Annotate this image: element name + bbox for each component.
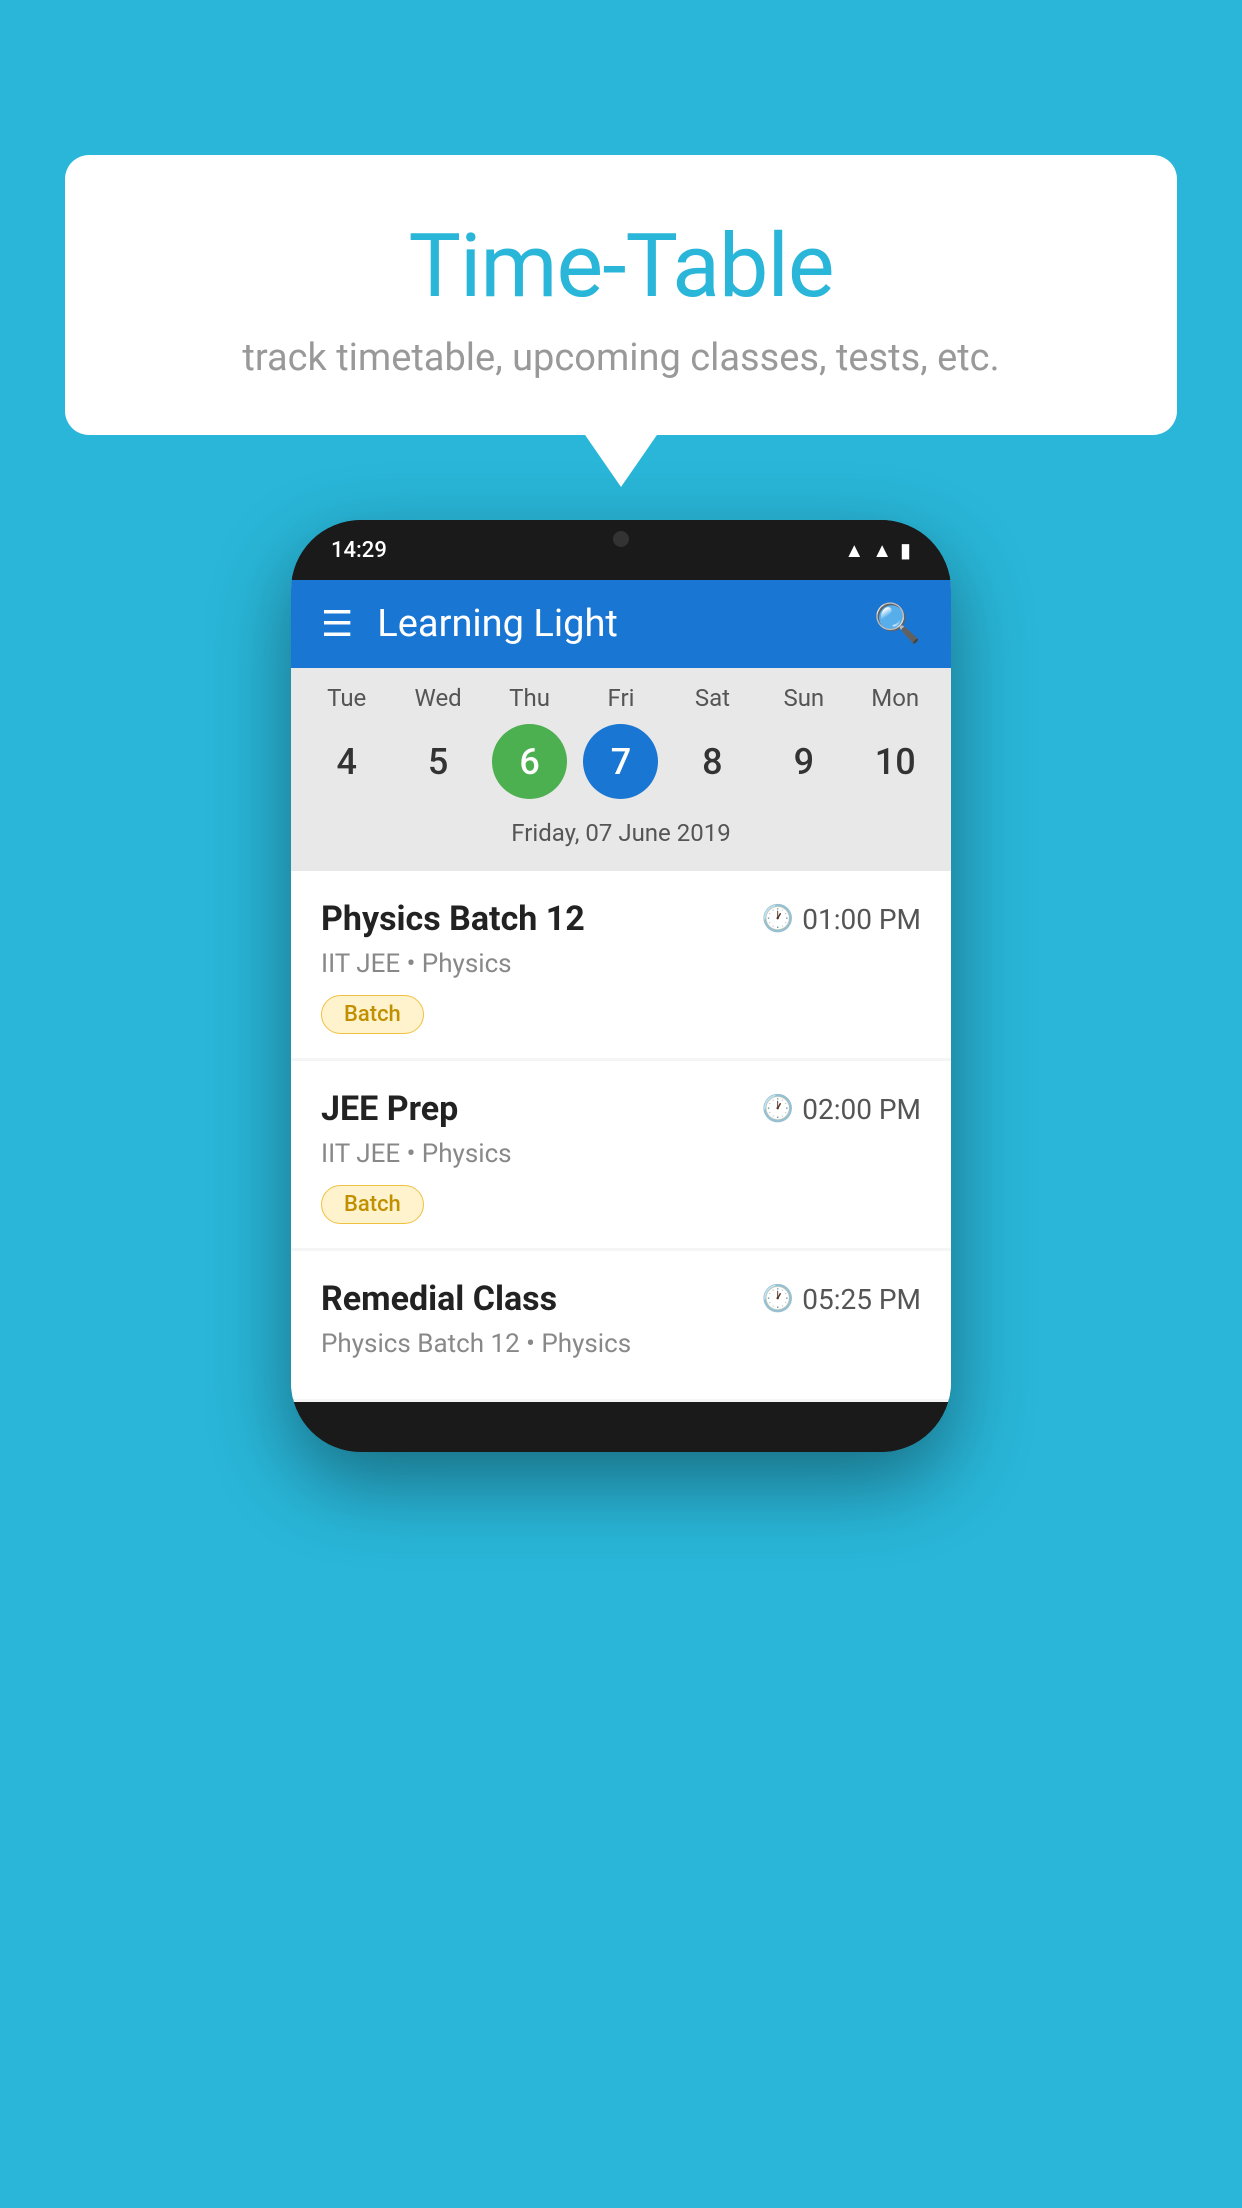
day-header-thu: Thu xyxy=(492,684,567,712)
clock-icon-3: 🕐 xyxy=(762,1284,794,1314)
phone-screen: ☰ Learning Light 🔍 Tue Wed Thu Fri Sat S… xyxy=(291,580,951,1402)
bubble-subtitle: track timetable, upcoming classes, tests… xyxy=(105,336,1137,380)
day-9[interactable]: 9 xyxy=(766,724,841,799)
item-3-header: Remedial Class 🕐 05:25 PM xyxy=(321,1279,921,1319)
speech-bubble: Time-Table track timetable, upcoming cla… xyxy=(65,155,1177,435)
phone-bottom-bezel xyxy=(291,1402,951,1452)
day-6-today[interactable]: 6 xyxy=(492,724,567,799)
day-header-tue: Tue xyxy=(309,684,384,712)
phone-container: 14:29 ▲ ▲ ▮ ☰ Learning Light 🔍 Tue xyxy=(291,520,951,1452)
day-7-selected[interactable]: 7 xyxy=(583,724,658,799)
clock-icon-1: 🕐 xyxy=(762,904,794,934)
selected-date: Friday, 07 June 2019 xyxy=(291,811,951,863)
menu-icon[interactable]: ☰ xyxy=(321,603,353,645)
day-header-sat: Sat xyxy=(675,684,750,712)
clock-icon-2: 🕐 xyxy=(762,1094,794,1124)
calendar-strip: Tue Wed Thu Fri Sat Sun Mon 4 5 6 7 8 9 … xyxy=(291,668,951,871)
notch xyxy=(571,520,671,558)
day-4[interactable]: 4 xyxy=(309,724,384,799)
item-3-title: Remedial Class xyxy=(321,1279,557,1319)
day-8[interactable]: 8 xyxy=(675,724,750,799)
item-3-time: 🕐 05:25 PM xyxy=(762,1283,921,1316)
search-icon[interactable]: 🔍 xyxy=(874,602,921,646)
day-header-sun: Sun xyxy=(766,684,841,712)
item-1-subtitle: IIT JEE • Physics xyxy=(321,949,921,979)
item-2-time: 🕐 02:00 PM xyxy=(762,1093,921,1126)
day-numbers: 4 5 6 7 8 9 10 xyxy=(291,724,951,799)
status-bar: 14:29 ▲ ▲ ▮ xyxy=(291,520,951,580)
day-5[interactable]: 5 xyxy=(401,724,476,799)
item-1-time: 🕐 01:00 PM xyxy=(762,903,921,936)
item-2-header: JEE Prep 🕐 02:00 PM xyxy=(321,1089,921,1129)
item-2-title: JEE Prep xyxy=(321,1089,458,1129)
status-icons: ▲ ▲ ▮ xyxy=(844,538,911,563)
schedule-item-1[interactable]: Physics Batch 12 🕐 01:00 PM IIT JEE • Ph… xyxy=(291,871,951,1058)
speech-bubble-container: Time-Table track timetable, upcoming cla… xyxy=(65,155,1177,435)
item-2-batch-tag: Batch xyxy=(321,1185,424,1224)
battery-icon: ▮ xyxy=(900,538,911,562)
item-1-header: Physics Batch 12 🕐 01:00 PM xyxy=(321,899,921,939)
day-header-mon: Mon xyxy=(858,684,933,712)
app-bar: ☰ Learning Light 🔍 xyxy=(291,580,951,668)
status-time: 14:29 xyxy=(331,538,387,563)
signal-icon: ▲ xyxy=(872,538,892,563)
day-header-wed: Wed xyxy=(401,684,476,712)
day-header-fri: Fri xyxy=(583,684,658,712)
schedule-item-3[interactable]: Remedial Class 🕐 05:25 PM Physics Batch … xyxy=(291,1251,951,1399)
phone-frame: 14:29 ▲ ▲ ▮ ☰ Learning Light 🔍 Tue xyxy=(291,520,951,1452)
bubble-title: Time-Table xyxy=(105,215,1137,318)
app-title: Learning Light xyxy=(377,602,873,646)
front-camera xyxy=(613,531,629,547)
wifi-icon: ▲ xyxy=(844,538,864,563)
schedule-item-2[interactable]: JEE Prep 🕐 02:00 PM IIT JEE • Physics Ba… xyxy=(291,1061,951,1248)
day-headers: Tue Wed Thu Fri Sat Sun Mon xyxy=(291,684,951,712)
schedule-list: Physics Batch 12 🕐 01:00 PM IIT JEE • Ph… xyxy=(291,871,951,1399)
item-1-title: Physics Batch 12 xyxy=(321,899,585,939)
item-2-subtitle: IIT JEE • Physics xyxy=(321,1139,921,1169)
item-3-subtitle: Physics Batch 12 • Physics xyxy=(321,1329,921,1359)
item-1-batch-tag: Batch xyxy=(321,995,424,1034)
day-10[interactable]: 10 xyxy=(858,724,933,799)
